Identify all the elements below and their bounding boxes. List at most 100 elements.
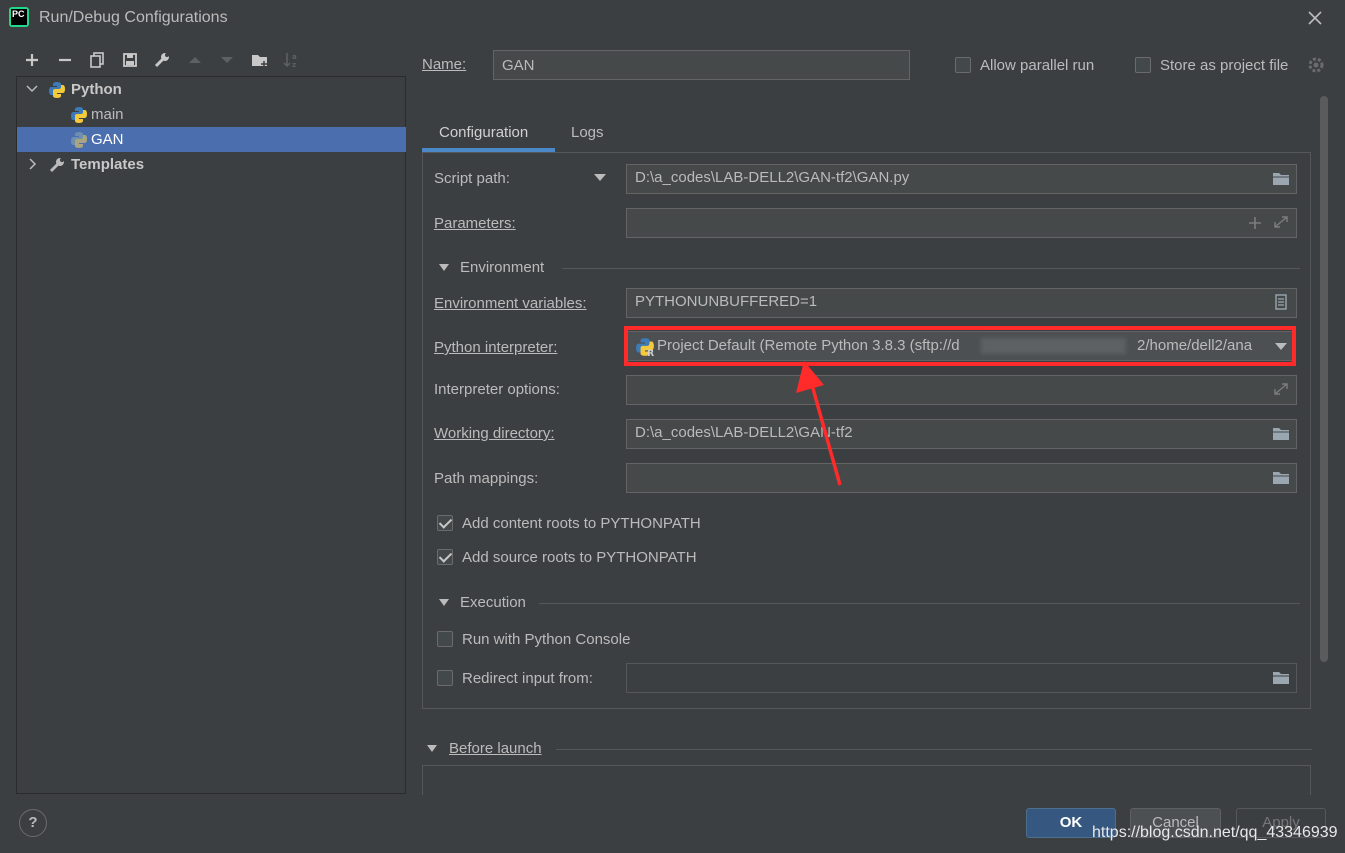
move-up-button[interactable] <box>185 50 205 70</box>
expand-icon[interactable] <box>1272 381 1290 397</box>
env-vars-label-text: Environment variables: <box>434 295 587 312</box>
plus-icon[interactable] <box>1248 216 1262 230</box>
tree-group-python[interactable]: Python <box>17 77 406 102</box>
allow-parallel-label: Allow parallel run <box>980 57 1095 74</box>
arrow-down-icon <box>221 57 233 63</box>
redirect-input-field[interactable] <box>626 663 1297 693</box>
pycharm-app-icon <box>9 7 29 27</box>
copy-configuration-button[interactable] <box>87 50 107 70</box>
allow-parallel-checkbox[interactable] <box>955 57 971 73</box>
new-folder-button[interactable] <box>250 50 270 70</box>
folder-icon[interactable] <box>1272 170 1290 186</box>
tree-item-gan[interactable]: GAN <box>17 127 406 152</box>
parameters-label-text: Parameters: <box>434 215 516 232</box>
arrow-up-icon <box>189 57 201 63</box>
add-source-roots-checkbox[interactable] <box>437 549 453 565</box>
interpreter-label-text: Python interpreter: <box>434 339 558 356</box>
before-launch-panel[interactable] <box>422 765 1311 795</box>
help-button[interactable]: ? <box>19 809 47 837</box>
expand-icon[interactable] <box>1272 214 1290 230</box>
tree-group-templates[interactable]: Templates <box>17 152 406 177</box>
path-mappings-input[interactable] <box>626 463 1297 493</box>
folder-icon[interactable] <box>1272 469 1290 485</box>
watermark-text: https://blog.csdn.net/qq_43346939 <box>1092 824 1338 841</box>
script-type-dropdown-icon[interactable] <box>594 174 606 182</box>
python-icon <box>49 82 65 98</box>
before-launch-collapse-icon[interactable] <box>427 745 437 752</box>
wrench-icon <box>154 53 169 68</box>
parameters-input[interactable] <box>626 208 1297 238</box>
tab-configuration-label: Configuration <box>439 124 529 141</box>
redirect-input-label: Redirect input from: <box>462 670 593 687</box>
before-launch-title-text: Before launch <box>449 740 542 757</box>
working-dir-input[interactable]: D:\a_codes\LAB-DELL2\GAN-tf2 <box>626 419 1297 449</box>
env-vars-value: PYTHONUNBUFFERED=1 <box>635 293 818 310</box>
plus-icon <box>26 54 38 66</box>
script-path-label: Script path: <box>434 170 510 187</box>
tree-item-gan-label: GAN <box>91 131 124 148</box>
add-content-roots-checkbox[interactable] <box>437 515 453 531</box>
save-icon <box>123 53 137 67</box>
store-project-checkbox[interactable] <box>1135 57 1151 73</box>
add-content-roots-label: Add content roots to PYTHONPATH <box>462 515 701 532</box>
name-label-text: Name: <box>422 56 467 73</box>
window-title: Run/Debug Configurations <box>39 9 228 26</box>
add-source-roots-label: Add source roots to PYTHONPATH <box>462 549 697 566</box>
execution-divider <box>539 603 1300 604</box>
python-icon <box>71 132 87 148</box>
path-mappings-label: Path mappings: <box>434 470 539 487</box>
folder-icon[interactable] <box>1272 669 1290 685</box>
tree-group-python-label: Python <box>71 81 122 98</box>
folder-icon[interactable] <box>1272 425 1290 441</box>
edit-defaults-button[interactable] <box>152 50 172 70</box>
sort-button[interactable]: az <box>282 50 302 70</box>
env-vars-input[interactable]: PYTHONUNBUFFERED=1 <box>626 288 1297 318</box>
minus-icon <box>59 58 71 62</box>
vertical-scrollbar[interactable] <box>1320 96 1328 662</box>
script-path-value: D:\a_codes\LAB-DELL2\GAN-tf2\GAN.py <box>635 169 910 186</box>
name-label: Name: <box>422 56 466 73</box>
before-launch-title: Before launch <box>449 740 542 757</box>
environment-section-title: Environment <box>460 259 545 276</box>
tree-item-main[interactable]: main <box>17 102 406 127</box>
move-down-button[interactable] <box>217 50 237 70</box>
tree-group-templates-label: Templates <box>71 156 145 173</box>
environment-collapse-icon[interactable] <box>439 264 449 271</box>
working-dir-label-text: Working directory: <box>434 425 555 442</box>
name-input[interactable] <box>493 50 910 80</box>
copy-icon <box>90 52 104 68</box>
gear-icon[interactable] <box>1307 56 1325 74</box>
tab-logs[interactable]: Logs <box>558 118 620 154</box>
wrench-icon <box>49 158 64 173</box>
execution-collapse-icon[interactable] <box>439 599 449 606</box>
chevron-down-icon <box>26 85 38 93</box>
tab-configuration[interactable]: Configuration <box>422 118 555 154</box>
redirect-input-checkbox[interactable] <box>437 670 453 686</box>
before-launch-divider <box>556 749 1312 750</box>
tab-logs-label: Logs <box>571 124 604 141</box>
working-dir-label: Working directory: <box>434 425 555 442</box>
configurations-tree[interactable] <box>16 76 406 794</box>
parameters-label: Parameters: <box>434 215 516 232</box>
add-configuration-button[interactable] <box>22 50 42 70</box>
chevron-right-icon <box>29 158 37 170</box>
interpreter-options-label: Interpreter options: <box>434 381 560 398</box>
close-icon <box>1308 11 1322 25</box>
python-icon <box>71 107 87 123</box>
interpreter-options-input[interactable] <box>626 375 1297 405</box>
tree-item-main-label: main <box>91 106 124 123</box>
remove-configuration-button[interactable] <box>55 50 75 70</box>
folder-add-icon <box>252 55 267 67</box>
document-icon[interactable] <box>1272 294 1290 310</box>
env-vars-label: Environment variables: <box>434 295 587 312</box>
svg-text:a: a <box>292 53 297 61</box>
save-configuration-button[interactable] <box>120 50 140 70</box>
execution-section-title: Execution <box>460 594 526 611</box>
sort-az-icon: az <box>283 53 297 69</box>
run-console-checkbox[interactable] <box>437 631 453 647</box>
run-console-label: Run with Python Console <box>462 631 631 648</box>
close-button[interactable] <box>1303 6 1327 30</box>
script-path-input[interactable]: D:\a_codes\LAB-DELL2\GAN-tf2\GAN.py <box>626 164 1297 194</box>
annotation-highlight-box <box>624 326 1296 366</box>
annotation-arrow <box>796 361 842 486</box>
